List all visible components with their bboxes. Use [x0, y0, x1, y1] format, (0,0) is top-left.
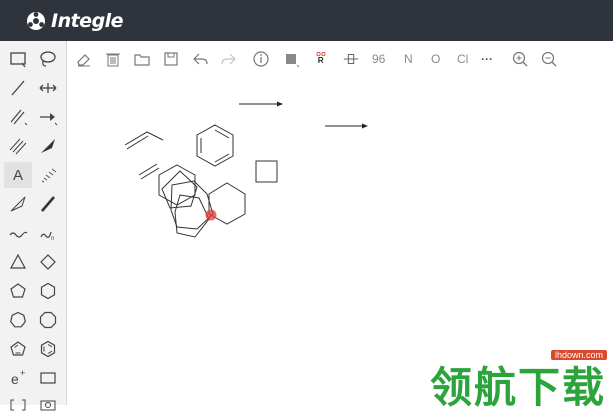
- svg-text:e: e: [11, 371, 19, 387]
- element-cl-label: Cl: [457, 52, 469, 66]
- alkene-chain[interactable]: [124, 131, 164, 150]
- eraser-icon[interactable]: [75, 47, 93, 71]
- delete-icon[interactable]: [104, 47, 122, 71]
- octagon-ring-icon[interactable]: [34, 307, 62, 333]
- double-bond[interactable]: [138, 163, 160, 180]
- cyclopentadiene-ring-icon[interactable]: [4, 336, 32, 362]
- single-bond-icon[interactable]: [4, 75, 32, 101]
- undo-icon[interactable]: [191, 47, 209, 71]
- svg-text:n: n: [51, 236, 54, 242]
- pentagon-ring-icon[interactable]: [4, 278, 32, 304]
- wedge-bond-icon[interactable]: [34, 133, 62, 159]
- top-toolbar: R 96 N O Cl ···: [67, 41, 613, 77]
- frame-tool-icon[interactable]: [34, 365, 62, 391]
- heptagon-ring-icon[interactable]: [4, 307, 32, 333]
- brand-name: Integle: [51, 10, 124, 32]
- app-header: Integle: [0, 0, 613, 41]
- chain-tool-icon[interactable]: n: [34, 220, 62, 246]
- watermark-text: 领航下载: [430, 363, 607, 412]
- triangle-ring-icon[interactable]: [4, 249, 32, 275]
- hollow-wedge-icon[interactable]: [4, 191, 32, 217]
- open-file-icon[interactable]: [133, 47, 151, 71]
- hash-bond-icon[interactable]: [34, 162, 62, 188]
- element-o-label: O: [431, 52, 441, 66]
- wavy-bond-icon[interactable]: [4, 220, 32, 246]
- chiral-icon[interactable]: [342, 47, 360, 71]
- element-n-button[interactable]: N: [404, 47, 413, 71]
- color-square-icon[interactable]: [282, 47, 300, 71]
- text-tool-label: A: [12, 166, 23, 184]
- element-cl-button[interactable]: Cl: [457, 47, 468, 71]
- move-icon[interactable]: [34, 75, 62, 101]
- logo-icon: [27, 12, 45, 30]
- rgroup-label: R: [318, 56, 324, 65]
- redo-icon[interactable]: [220, 47, 238, 71]
- camera-tool-icon[interactable]: [34, 391, 62, 417]
- reaction-arrow[interactable]: [239, 101, 283, 107]
- hexagon-ring-icon[interactable]: [34, 278, 62, 304]
- arrow-icon[interactable]: [34, 104, 62, 130]
- more-button[interactable]: ···: [481, 47, 493, 71]
- fused-ring-cluster[interactable]: [158, 164, 246, 238]
- watermark: lhdown.com 领航下载: [430, 350, 613, 412]
- triple-bond-icon[interactable]: [4, 133, 32, 159]
- zoom-in-icon[interactable]: [511, 47, 529, 71]
- rectangle-select-icon[interactable]: [4, 46, 32, 72]
- diamond-ring-icon[interactable]: [34, 249, 62, 275]
- element-96-label: 96: [372, 52, 386, 66]
- charge-tool-icon[interactable]: e +: [4, 365, 32, 391]
- info-icon[interactable]: [252, 47, 270, 71]
- benzene-ring-icon[interactable]: [34, 336, 62, 362]
- svg-text:+: +: [20, 368, 25, 378]
- element-o-button[interactable]: O: [431, 47, 440, 71]
- lasso-select-icon[interactable]: [34, 46, 62, 72]
- more-label: ···: [481, 52, 493, 66]
- text-tool-icon[interactable]: A: [4, 162, 32, 188]
- double-bond-icon[interactable]: [4, 104, 32, 130]
- brand-logo: Integle: [25, 8, 124, 34]
- save-icon[interactable]: [162, 47, 180, 71]
- benzene-molecule[interactable]: [196, 124, 234, 167]
- cyclobutane-ring[interactable]: [255, 160, 278, 183]
- reaction-arrow[interactable]: [325, 123, 368, 129]
- selected-atom-highlight[interactable]: [205, 209, 217, 221]
- element-96-button[interactable]: 96: [372, 47, 385, 71]
- left-toolbar: A n e +: [0, 41, 67, 411]
- element-n-label: N: [404, 52, 413, 66]
- zoom-out-icon[interactable]: [540, 47, 558, 71]
- bracket-tool-icon[interactable]: [4, 391, 32, 417]
- rgroup-icon[interactable]: R: [312, 47, 330, 71]
- bold-bond-icon[interactable]: [34, 191, 62, 217]
